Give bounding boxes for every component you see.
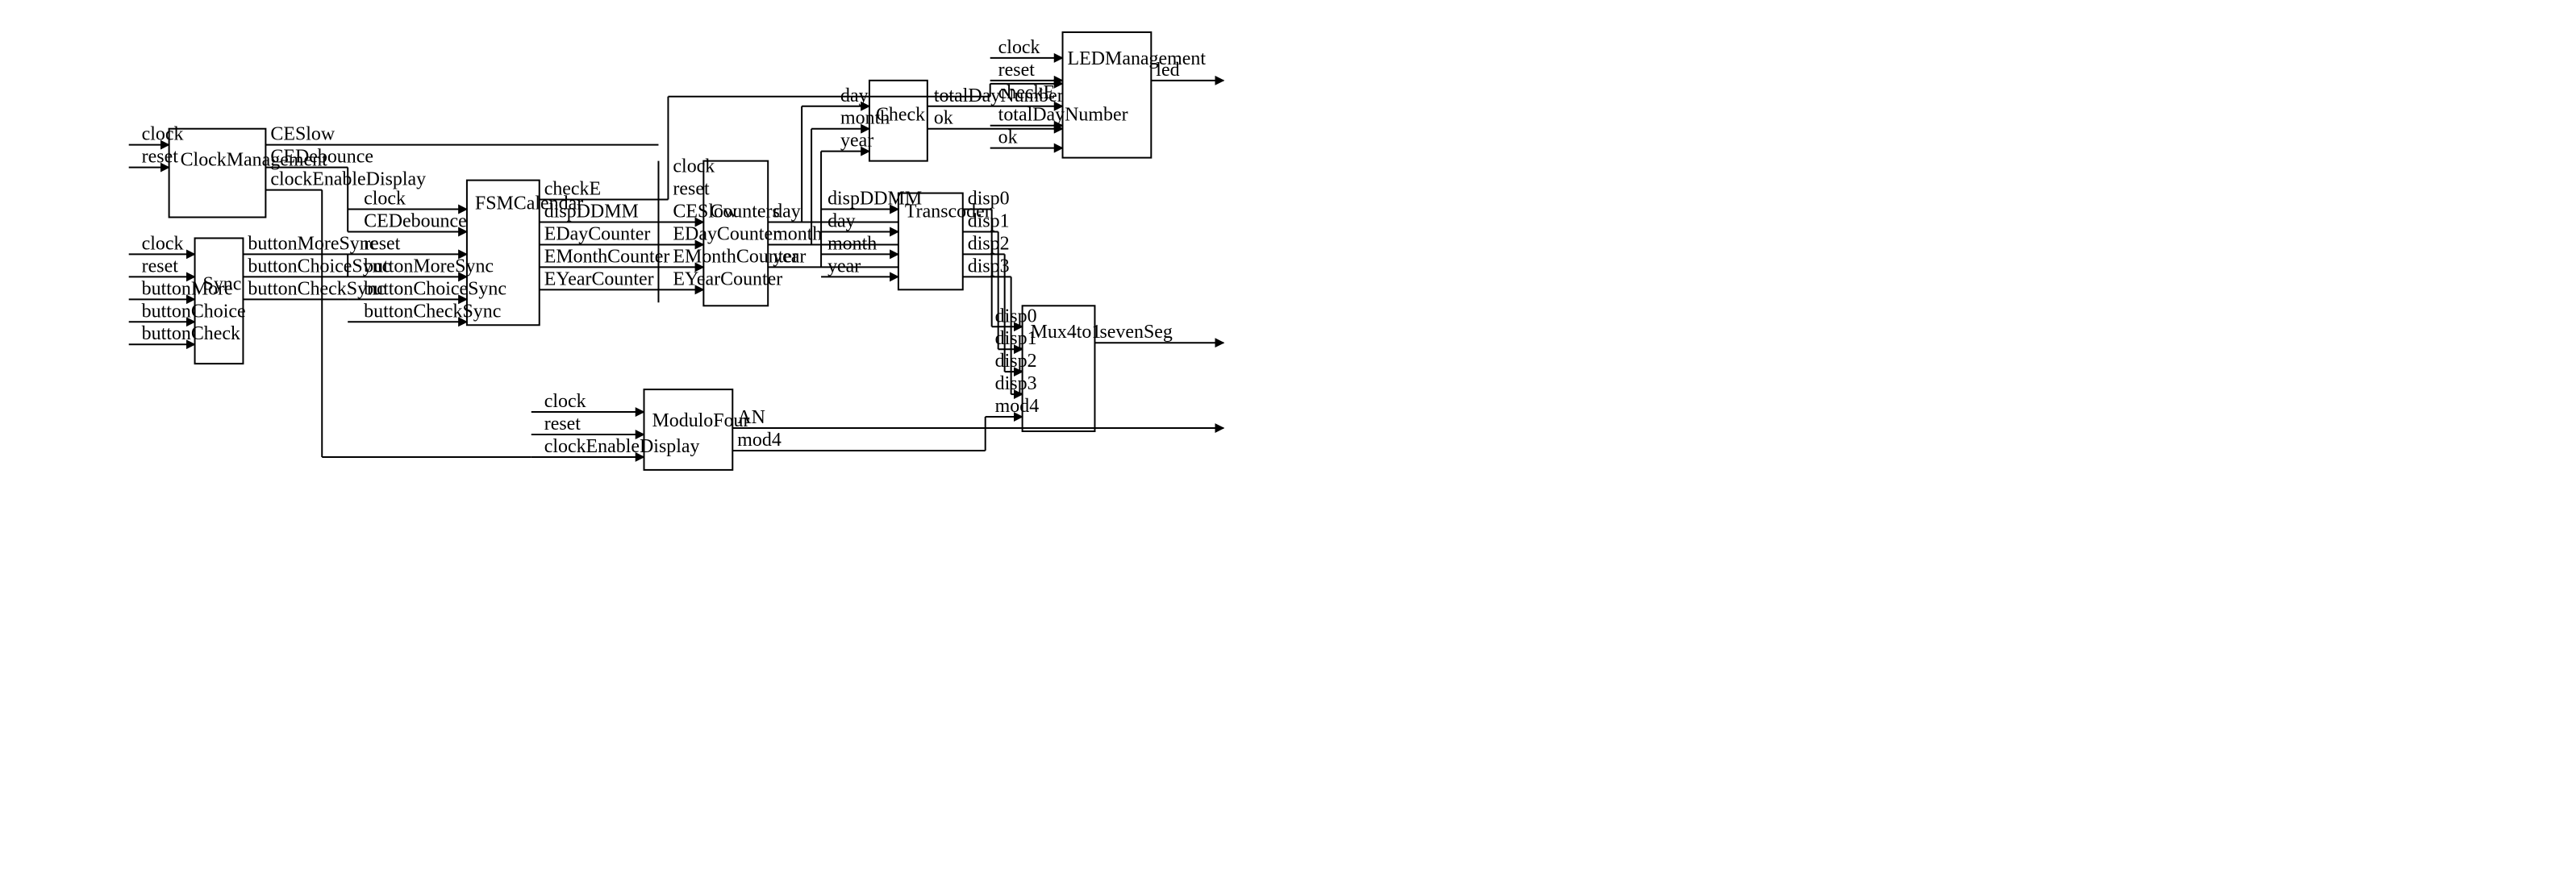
- port-label: clock: [142, 124, 184, 145]
- port-label: buttonChoice: [142, 301, 246, 322]
- port-label: month: [840, 108, 890, 129]
- port-label: ok: [934, 108, 953, 129]
- port-label: disp2: [995, 351, 1037, 372]
- port-label: buttonMore: [142, 278, 233, 299]
- port-label: buttonMoreSync: [364, 256, 494, 276]
- port-label: CEDebounce: [364, 210, 467, 231]
- port-label: year: [773, 246, 806, 267]
- port-label: clock: [544, 391, 586, 412]
- port-label: month: [773, 223, 822, 244]
- port-label: disp0: [968, 189, 1010, 210]
- port-label: reset: [142, 256, 179, 276]
- port-label: clockEnableDisplay: [544, 436, 700, 457]
- port-label: CEDebounce: [270, 147, 373, 168]
- port-label: buttonMoreSync: [248, 233, 377, 254]
- port-label: CESlow: [270, 124, 336, 145]
- port-label: reset: [998, 60, 1036, 81]
- port-label: dispDDMM: [827, 189, 922, 210]
- port-label: buttonChoiceSync: [364, 278, 506, 299]
- port-label: ok: [998, 127, 1018, 148]
- port-label: month: [827, 233, 877, 254]
- block-diagram: ClockManagement clock reset CESlow CEDeb…: [0, 0, 2576, 869]
- port-label: disp3: [968, 256, 1010, 276]
- port-label: sevenSeg: [1099, 322, 1172, 343]
- port-label: checkE: [544, 179, 601, 200]
- port-label: dispDDMM: [544, 202, 639, 222]
- port-label: disp1: [995, 328, 1037, 349]
- port-label: disp0: [995, 306, 1037, 326]
- port-label: totalDayNumber: [998, 105, 1128, 126]
- port-label: disp3: [995, 373, 1037, 394]
- port-label: AN: [737, 407, 765, 428]
- port-label: year: [827, 256, 861, 276]
- port-label: EDayCounter: [673, 223, 779, 244]
- block-title: Mux4to1: [1031, 322, 1102, 343]
- port-label: clock: [142, 233, 184, 254]
- port-label: CESlow: [673, 202, 738, 222]
- port-label: mod4: [995, 396, 1040, 417]
- port-label: clock: [998, 37, 1040, 58]
- port-label: day: [840, 85, 869, 106]
- port-label: mod4: [737, 430, 782, 451]
- port-label: day: [773, 202, 801, 222]
- port-label: EMonthCounter: [544, 246, 670, 267]
- port-label: clock: [673, 156, 715, 177]
- port-label: day: [827, 210, 856, 231]
- port-label: reset: [673, 179, 710, 200]
- port-label: reset: [544, 414, 581, 434]
- port-label: reset: [142, 147, 179, 168]
- port-label: clock: [364, 189, 406, 210]
- port-label: year: [840, 131, 873, 152]
- port-label: led: [1156, 60, 1179, 81]
- port-label: disp2: [968, 233, 1010, 254]
- block-title: LEDManagement: [1068, 48, 1207, 69]
- port-label: reset: [364, 233, 401, 254]
- port-label: checkE: [998, 82, 1055, 103]
- port-label: disp1: [968, 210, 1010, 231]
- port-label: EDayCounter: [544, 223, 651, 244]
- port-label: EYearCounter: [673, 268, 782, 289]
- block-clockmanagement: [169, 129, 266, 218]
- port-label: buttonCheck: [142, 323, 240, 344]
- port-label: EYearCounter: [544, 268, 654, 289]
- port-label: buttonCheckSync: [364, 301, 501, 322]
